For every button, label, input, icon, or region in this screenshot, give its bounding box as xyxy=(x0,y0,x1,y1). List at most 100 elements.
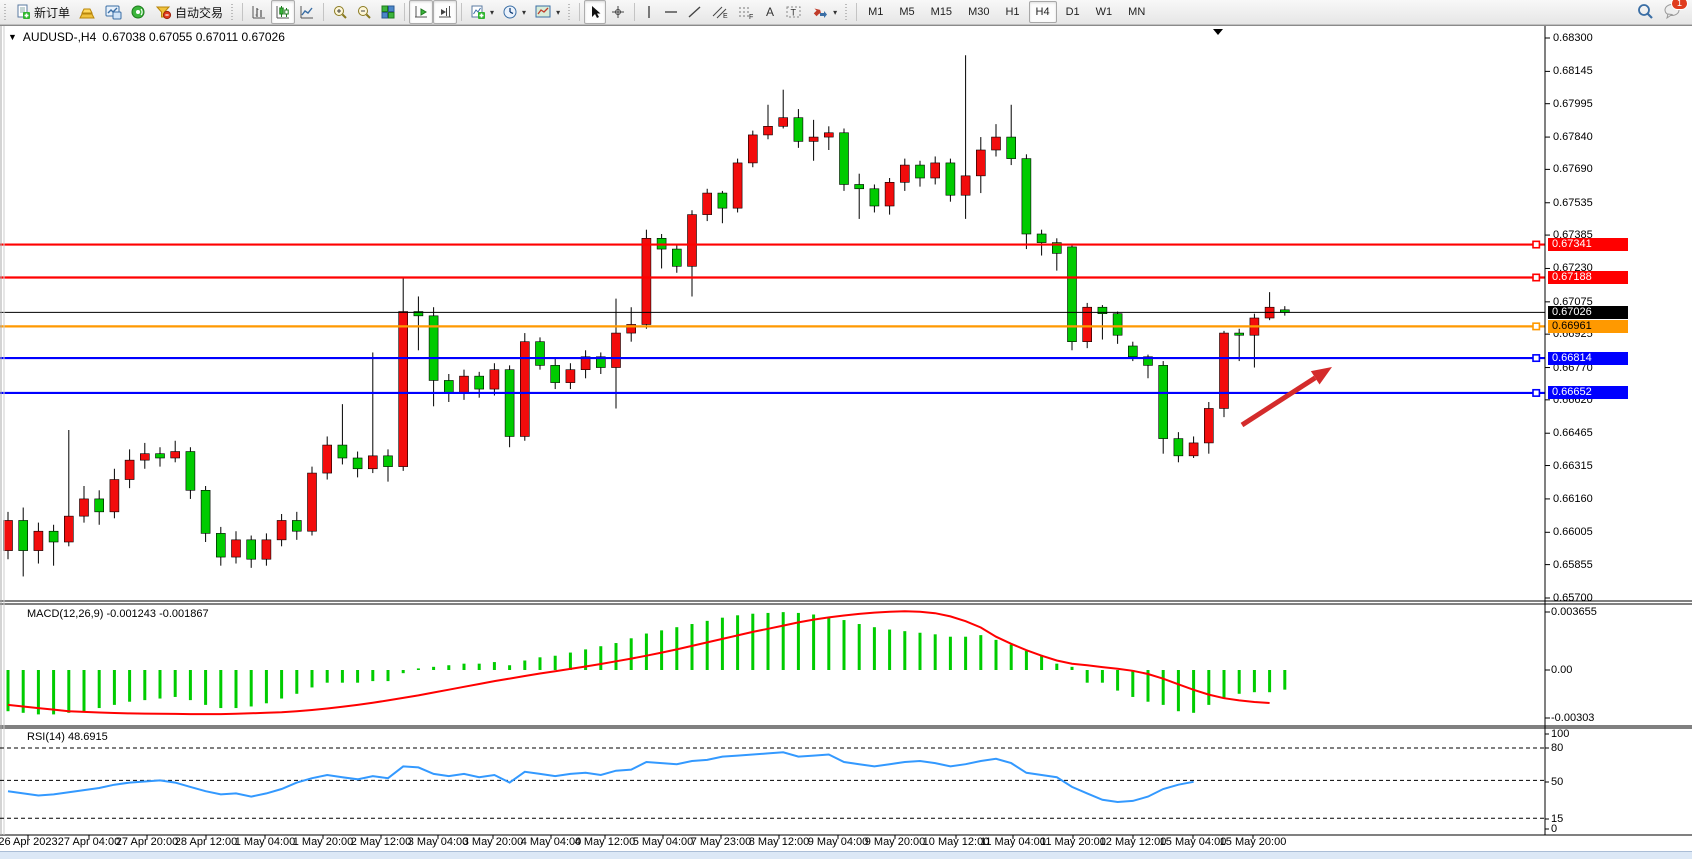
templates-button[interactable]: ▾ xyxy=(530,0,564,24)
text-label-icon: T xyxy=(785,4,803,20)
timeframe-m5[interactable]: M5 xyxy=(892,1,921,23)
separator xyxy=(634,3,635,21)
text-button[interactable]: A xyxy=(759,0,781,24)
rsi-axis-tick: 80 xyxy=(1551,742,1563,754)
date-tick: 7 May 23:00 xyxy=(691,836,752,848)
vertical-line-button[interactable] xyxy=(639,0,659,24)
indicators-icon xyxy=(470,4,486,20)
bar-chart-icon xyxy=(251,4,267,20)
arrows-icon xyxy=(811,4,829,20)
signal-button[interactable] xyxy=(126,0,150,24)
tile-windows-button[interactable] xyxy=(376,0,400,24)
timeframe-m15[interactable]: M15 xyxy=(924,1,959,23)
timeframe-m1[interactable]: M1 xyxy=(861,1,890,23)
chart-candles-button[interactable] xyxy=(271,0,295,24)
chart-window[interactable]: ▼ AUDUSD-,H4 0.67038 0.67055 0.67011 0.6… xyxy=(0,25,1692,858)
chart-shift-icon xyxy=(437,4,453,20)
auto-trading-icon xyxy=(154,4,172,20)
text-label-button[interactable]: T xyxy=(781,0,807,24)
price-level-tag: 0.67341 xyxy=(1548,238,1628,251)
price-tick: 0.67840 xyxy=(1553,131,1593,143)
horizontal-line-button[interactable] xyxy=(659,0,683,24)
chevron-down-icon: ▾ xyxy=(556,8,560,17)
fibonacci-button[interactable]: F xyxy=(733,0,759,24)
rsi-pane-label: RSI(14) 48.6915 xyxy=(27,731,108,743)
price-level-tag: 0.66652 xyxy=(1548,386,1628,399)
timeframe-w1[interactable]: W1 xyxy=(1089,1,1120,23)
chevron-down-icon: ▾ xyxy=(522,8,526,17)
timeframe-h4[interactable]: H4 xyxy=(1029,1,1057,23)
separator xyxy=(856,3,857,21)
trendline-button[interactable] xyxy=(683,0,707,24)
equidistant-channel-button[interactable]: E xyxy=(707,0,733,24)
date-tick: 8 May 12:00 xyxy=(749,836,810,848)
timeframe-m30[interactable]: M30 xyxy=(961,1,996,23)
timeframe-group: M1M5M15M30H1H4D1W1MN xyxy=(861,1,1152,23)
timeframe-h1[interactable]: H1 xyxy=(998,1,1026,23)
separator xyxy=(404,3,405,21)
chevron-down-icon: ▾ xyxy=(833,8,837,17)
chart-line-button[interactable] xyxy=(295,0,319,24)
date-tick: 9 May 04:00 xyxy=(808,836,869,848)
tile-windows-icon xyxy=(380,4,396,20)
gold-ingot-icon xyxy=(78,4,96,20)
cursor-button[interactable] xyxy=(584,0,606,24)
chart-shift-button[interactable] xyxy=(433,0,457,24)
chart-canvas[interactable] xyxy=(0,26,1692,858)
fibonacci-icon: F xyxy=(737,4,755,20)
price-tick: 0.65855 xyxy=(1553,559,1593,571)
price-tick: 0.68145 xyxy=(1553,65,1593,77)
toolbar-grip xyxy=(844,4,849,20)
auto-scroll-icon xyxy=(413,4,429,20)
current-price-tag: 0.67026 xyxy=(1548,306,1628,319)
collapse-triangle-icon[interactable]: ▼ xyxy=(8,32,17,42)
indicators-button[interactable]: ▾ xyxy=(466,0,498,24)
zoom-in-icon xyxy=(332,4,348,20)
status-bar xyxy=(0,851,1692,859)
rsi-axis-tick: 100 xyxy=(1551,728,1569,740)
chart-bars-button[interactable] xyxy=(247,0,271,24)
notifications-button[interactable]: 1 xyxy=(1662,2,1682,23)
periods-button[interactable]: ▾ xyxy=(498,0,530,24)
separator xyxy=(242,3,243,21)
new-order-icon xyxy=(15,4,31,20)
date-tick: 4 May 04:00 xyxy=(521,836,582,848)
line-chart-icon xyxy=(299,4,315,20)
crosshair-button[interactable] xyxy=(606,0,630,24)
auto-trading-button[interactable]: 自动交易 xyxy=(150,0,227,24)
ohlc-values: 0.67038 0.67055 0.67011 0.67026 xyxy=(102,30,285,44)
zoom-in-button[interactable] xyxy=(328,0,352,24)
date-tick: 11 May 20:00 xyxy=(1040,836,1106,848)
notification-badge: 1 xyxy=(1671,0,1688,10)
auto-trading-label: 自动交易 xyxy=(175,4,223,21)
gold-button[interactable] xyxy=(74,0,100,24)
date-tick: 4 May 12:00 xyxy=(575,836,636,848)
toolbar-grip xyxy=(230,4,235,20)
price-tick: 0.65700 xyxy=(1553,592,1593,604)
timeframe-d1[interactable]: D1 xyxy=(1059,1,1087,23)
date-tick: 1 May 20:00 xyxy=(293,836,354,848)
crosshair-icon xyxy=(610,4,626,20)
auto-scroll-button[interactable] xyxy=(409,0,433,24)
toolbar-grip xyxy=(567,4,572,20)
date-tick: 3 May 20:00 xyxy=(463,836,524,848)
chevron-down-icon: ▾ xyxy=(490,8,494,17)
search-icon[interactable] xyxy=(1636,2,1654,23)
date-axis[interactable]: 26 Apr 202327 Apr 04:0027 Apr 20:0028 Ap… xyxy=(0,836,1692,852)
symbol-period-label: AUDUSD-,H4 xyxy=(23,30,96,44)
date-tick: 15 May 04:00 xyxy=(1160,836,1227,848)
timeframe-mn[interactable]: MN xyxy=(1121,1,1152,23)
template-icon xyxy=(534,4,552,20)
zoom-out-button[interactable] xyxy=(352,0,376,24)
new-order-button[interactable]: 新订单 xyxy=(11,0,74,24)
arrows-shapes-button[interactable]: ▾ xyxy=(807,0,841,24)
price-tick: 0.67535 xyxy=(1553,197,1593,209)
date-tick: 27 Apr 20:00 xyxy=(116,836,178,848)
price-tick: 0.66465 xyxy=(1553,427,1593,439)
rsi-axis-tick: 0 xyxy=(1551,823,1557,835)
date-tick: 15 May 20:00 xyxy=(1220,836,1287,848)
date-tick: 9 May 20:00 xyxy=(865,836,926,848)
zoom-out-icon xyxy=(356,4,372,20)
market-watch-button[interactable] xyxy=(100,0,126,24)
date-tick: 3 May 04:00 xyxy=(408,836,469,848)
